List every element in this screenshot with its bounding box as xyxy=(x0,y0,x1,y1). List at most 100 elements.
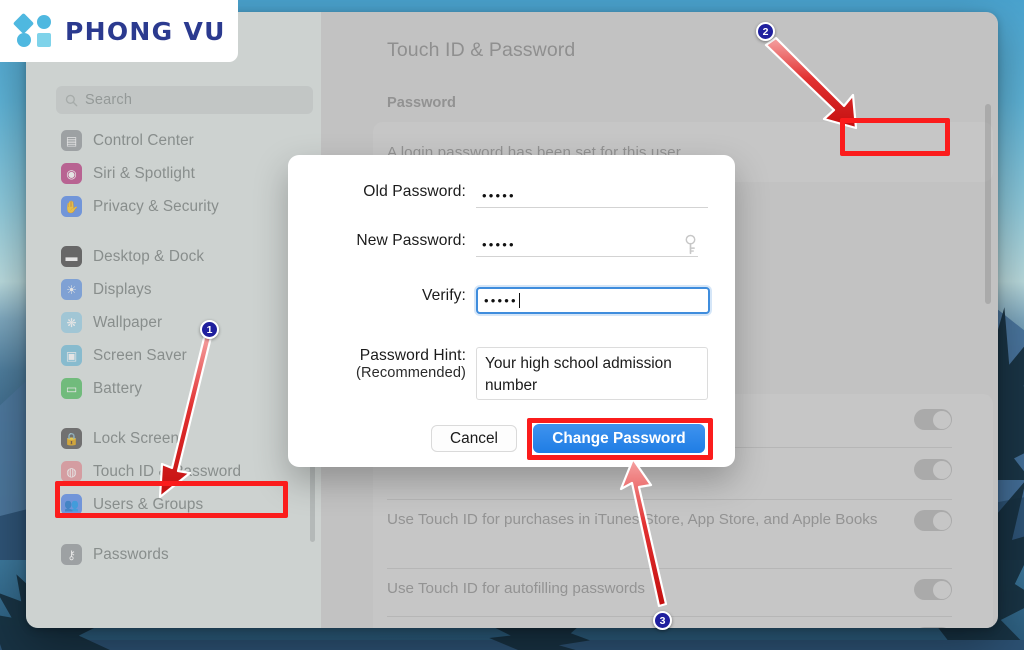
sidebar-item-label: Desktop & Dock xyxy=(93,247,205,265)
brand-name: PHONG VU xyxy=(65,16,226,46)
displays-icon: ☀ xyxy=(61,279,82,300)
sidebar-item-screen-saver[interactable]: ▣ Screen Saver xyxy=(48,339,318,372)
toggle-switch[interactable] xyxy=(914,579,952,600)
content-scrollbar[interactable] xyxy=(985,104,991,304)
logo-circle-shape xyxy=(17,33,31,47)
search-icon xyxy=(65,94,78,106)
icon-glyph: ⚷ xyxy=(67,547,76,562)
touch-id-icon: ◍ xyxy=(61,461,82,482)
password-hint-sublabel: (Recommended) xyxy=(356,365,466,381)
password-hint-label-text: Password Hint: xyxy=(359,347,466,364)
icon-glyph: ◍ xyxy=(66,464,77,479)
icon-glyph: 🔒 xyxy=(64,431,79,446)
toggle-row-label: Use Touch ID for autofilling passwords xyxy=(387,580,646,597)
icon-glyph: ☀ xyxy=(66,282,77,297)
logo-circle-shape xyxy=(37,15,51,29)
sidebar-item-label: Screen Saver xyxy=(93,346,187,364)
screenshot-root: Search ▤ Control Center ◉ Siri & Spotlight ✋… xyxy=(0,0,1024,650)
sidebar-item-displays[interactable]: ☀ Displays xyxy=(48,273,318,306)
page-title: Touch ID & Password xyxy=(387,39,576,61)
battery-icon: ▭ xyxy=(61,378,82,399)
icon-glyph: ❋ xyxy=(66,315,77,330)
divider xyxy=(387,499,952,500)
verify-label: Verify: xyxy=(421,287,466,304)
password-section-heading: Password xyxy=(387,95,456,111)
old-password-field-row: Old Password: ••••• xyxy=(320,183,708,208)
sidebar-item-control-center[interactable]: ▤ Control Center xyxy=(48,124,318,157)
brand-logo: PHONG VU xyxy=(0,0,238,62)
old-password-label: Old Password: xyxy=(363,183,466,200)
sidebar-item-siri-spotlight[interactable]: ◉ Siri & Spotlight xyxy=(48,157,318,190)
sidebar-item-label: Passwords xyxy=(93,545,169,563)
sidebar-item-label: Lock Screen xyxy=(93,429,180,447)
toggle-switch[interactable] xyxy=(914,409,952,430)
toggle-row[interactable]: Use Touch ID for autofilling passwords xyxy=(387,578,952,600)
sidebar-item-lock-screen[interactable]: 🔒 Lock Screen xyxy=(48,422,318,455)
logo-square-shape xyxy=(37,33,51,47)
cancel-button[interactable]: Cancel xyxy=(431,425,517,452)
sidebar-item-label: Touch ID & Password xyxy=(93,462,242,480)
logo-mark-icon xyxy=(12,12,56,48)
sidebar-item-passwords[interactable]: ⚷ Passwords xyxy=(48,538,318,571)
highlight-touch-id-sidebar xyxy=(55,481,288,518)
new-password-value: ••••• xyxy=(482,236,516,252)
sidebar-item-label: Displays xyxy=(93,280,152,298)
highlight-change-button xyxy=(840,118,950,156)
divider xyxy=(387,568,952,569)
old-password-value: ••••• xyxy=(482,187,516,203)
passwords-icon: ⚷ xyxy=(61,544,82,565)
toggle-row-label: Use Touch ID for fast user switching xyxy=(387,626,629,628)
search-input[interactable]: Search xyxy=(56,86,313,114)
sidebar-item-label: Siri & Spotlight xyxy=(93,164,195,182)
step-badge-2: 2 xyxy=(756,22,775,41)
desktop-dock-icon: ▬ xyxy=(61,246,82,267)
sidebar-item-wallpaper[interactable]: ❋ Wallpaper xyxy=(48,306,318,339)
icon-glyph: ▭ xyxy=(65,381,78,396)
screen-saver-icon: ▣ xyxy=(61,345,82,366)
step-badge-1: 1 xyxy=(200,320,219,339)
privacy-security-icon: ✋ xyxy=(61,196,82,217)
siri-icon: ◉ xyxy=(61,163,82,184)
sidebar-item-privacy-security[interactable]: ✋ Privacy & Security xyxy=(48,190,318,223)
icon-glyph: ▬ xyxy=(65,249,78,264)
highlight-change-password-button xyxy=(527,418,713,460)
icon-glyph: ▤ xyxy=(65,133,78,148)
password-hint-row: Password Hint: (Recommended) Your high s… xyxy=(320,347,708,400)
sidebar-item-label: Control Center xyxy=(93,131,194,149)
sidebar-item-label: Wallpaper xyxy=(93,313,163,331)
search-placeholder: Search xyxy=(85,92,133,108)
wallpaper-icon: ❋ xyxy=(61,312,82,333)
new-password-label: New Password: xyxy=(356,232,466,249)
password-hint-value: Your high school admission number xyxy=(485,355,672,394)
icon-glyph: ◉ xyxy=(66,166,77,181)
logo-diamond-shape xyxy=(12,12,35,35)
toggle-row-label: Use Touch ID for purchases in iTunes Sto… xyxy=(387,511,878,528)
sidebar-item-desktop-dock[interactable]: ▬ Desktop & Dock xyxy=(48,240,318,273)
old-password-input[interactable]: ••••• xyxy=(476,183,708,208)
sidebar: Search ▤ Control Center ◉ Siri & Spotlight ✋… xyxy=(26,12,321,628)
sidebar-item-label: Battery xyxy=(93,379,143,397)
lock-screen-icon: 🔒 xyxy=(61,428,82,449)
verify-value: ••••• xyxy=(484,293,518,308)
icon-glyph: ▣ xyxy=(65,348,78,363)
text-cursor xyxy=(518,293,521,308)
new-password-input[interactable]: ••••• xyxy=(476,232,698,257)
control-center-icon: ▤ xyxy=(61,130,82,151)
toggle-row[interactable]: Use Touch ID for purchases in iTunes Sto… xyxy=(387,509,952,531)
password-hint-label: Password Hint: (Recommended) xyxy=(320,347,466,381)
key-icon[interactable] xyxy=(683,234,698,256)
sidebar-item-label: Privacy & Security xyxy=(93,197,219,215)
toggle-switch[interactable] xyxy=(914,510,952,531)
step-badge-3: 3 xyxy=(653,611,672,630)
verify-input[interactable]: ••••• xyxy=(476,287,710,314)
password-hint-input[interactable]: Your high school admission number xyxy=(476,347,708,400)
sidebar-item-battery[interactable]: ▭ Battery xyxy=(48,372,318,405)
verify-field-row: Verify: ••••• xyxy=(320,287,710,314)
new-password-field-row: New Password: ••••• xyxy=(320,232,698,257)
toggle-switch[interactable] xyxy=(914,627,952,628)
toggle-switch[interactable] xyxy=(914,459,952,480)
icon-glyph: ✋ xyxy=(64,199,79,214)
